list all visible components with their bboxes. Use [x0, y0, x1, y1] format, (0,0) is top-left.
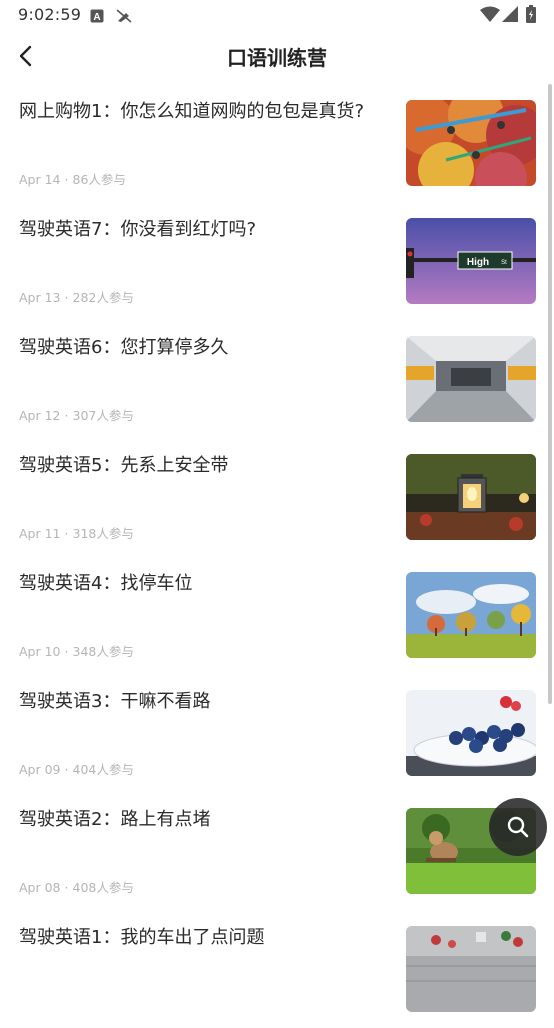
item-date: Apr 08: [19, 880, 61, 895]
item-participants: 307人参与: [72, 408, 134, 423]
a-box-icon: A: [90, 8, 104, 27]
item-title: 驾驶英语4：找停车位: [19, 573, 193, 594]
item-date: Apr 09: [19, 762, 61, 777]
svg-text:A: A: [93, 12, 100, 23]
item-participants: 348人参与: [72, 644, 134, 659]
no-signal-pen-icon: [116, 8, 132, 27]
svg-text:High: High: [467, 257, 489, 268]
lesson-list: 网上购物1：你怎么知道网购的包包是真货? Apr 14 · 86人参与 驾驶英语7：…: [0, 84, 554, 1028]
item-thumbnail: High St: [406, 218, 536, 304]
list-item[interactable]: 驾驶英语4：找停车位 Apr 10 · 348人参与: [0, 556, 554, 674]
item-date: Apr 10: [19, 644, 61, 659]
item-meta: Apr 14 · 86人参与: [19, 169, 126, 188]
item-separator: ·: [64, 408, 69, 423]
item-title: 驾驶英语3：干嘛不看路: [19, 691, 211, 712]
item-separator: ·: [64, 290, 69, 305]
item-separator: ·: [64, 762, 69, 777]
item-meta: Apr 13 · 282人参与: [19, 287, 134, 306]
item-separator: ·: [64, 526, 69, 541]
item-title: 驾驶英语5：先系上安全带: [19, 455, 229, 476]
item-separator: ·: [64, 172, 69, 187]
item-title: 驾驶英语7：你没看到红灯吗?: [19, 219, 257, 240]
item-date: Apr 13: [19, 290, 61, 305]
item-thumbnail: [406, 572, 536, 658]
item-title: 驾驶英语6：您打算停多久: [19, 337, 229, 358]
item-meta: [19, 995, 27, 1010]
item-date: Apr 12: [19, 408, 61, 423]
battery-icon: [526, 5, 536, 27]
cellular-icon: [502, 6, 518, 26]
item-meta: Apr 08 · 408人参与: [19, 877, 134, 896]
item-meta: Apr 12 · 307人参与: [19, 405, 134, 424]
item-title: 驾驶英语2：路上有点堵: [19, 809, 211, 830]
item-thumbnail: [406, 454, 536, 540]
list-item[interactable]: 驾驶英语1：我的车出了点问题: [0, 910, 554, 1028]
status-bar: 9:02:59 A: [0, 0, 554, 30]
item-separator: ·: [64, 880, 69, 895]
item-meta: Apr 09 · 404人参与: [19, 759, 134, 778]
list-item[interactable]: 驾驶英语5：先系上安全带 Apr 11 · 318人参与: [0, 438, 554, 556]
item-thumbnail: [406, 926, 536, 1012]
list-item[interactable]: 驾驶英语2：路上有点堵 Apr 08 · 408人参与: [0, 792, 554, 910]
wifi-icon: [480, 6, 500, 26]
item-participants: 318人参与: [72, 526, 134, 541]
search-icon: [507, 816, 529, 838]
item-participants: 404人参与: [72, 762, 134, 777]
item-title: 驾驶英语1：我的车出了点问题: [19, 927, 265, 948]
list-item[interactable]: 驾驶英语7：你没看到红灯吗? Apr 13 · 282人参与 High St: [0, 202, 554, 320]
item-thumbnail: [406, 336, 536, 422]
page-title: 口语训练营: [227, 46, 327, 70]
status-time: 9:02:59: [18, 5, 82, 24]
item-participants: 282人参与: [72, 290, 134, 305]
item-title: 网上购物1：你怎么知道网购的包包是真货?: [19, 101, 365, 122]
item-participants: 408人参与: [72, 880, 134, 895]
scrollbar[interactable]: [548, 84, 552, 704]
item-meta: Apr 11 · 318人参与: [19, 523, 134, 542]
item-participants: 86人参与: [72, 172, 126, 187]
item-separator: ·: [64, 644, 69, 659]
item-meta: Apr 10 · 348人参与: [19, 641, 134, 660]
list-item[interactable]: 驾驶英语6：您打算停多久 Apr 12 · 307人参与: [0, 320, 554, 438]
list-item[interactable]: 网上购物1：你怎么知道网购的包包是真货? Apr 14 · 86人参与: [0, 84, 554, 202]
item-date: Apr 11: [19, 526, 61, 541]
search-button[interactable]: [489, 798, 547, 856]
svg-text:St: St: [501, 260, 507, 266]
item-thumbnail: [406, 690, 536, 776]
app-header: 口语训练营: [0, 30, 554, 84]
item-thumbnail: [406, 100, 536, 186]
item-date: Apr 14: [19, 172, 61, 187]
list-item[interactable]: 驾驶英语3：干嘛不看路 Apr 09 · 404人参与: [0, 674, 554, 792]
